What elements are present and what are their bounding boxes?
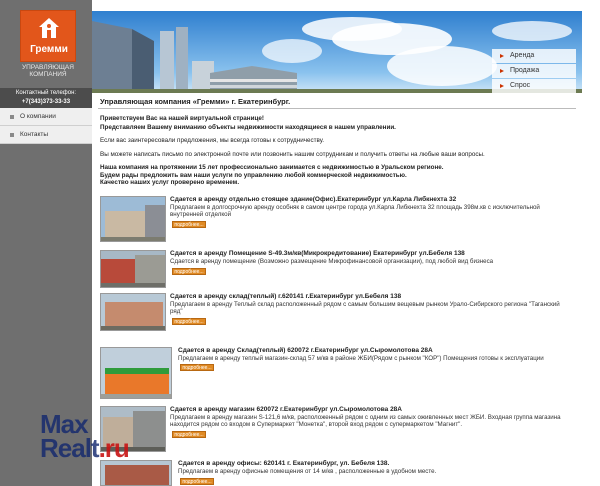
- building-photo: [101, 461, 171, 485]
- intro-text: Будем рады предложить вам наши услуги по…: [100, 171, 407, 179]
- arrow-right-icon: [500, 69, 504, 73]
- menu-item-label: Продажа: [510, 67, 540, 74]
- more-button[interactable]: подробнее...: [172, 221, 206, 228]
- intro-text: Наша компания на протяжении 15 лет профе…: [100, 164, 444, 171]
- contact-phone[interactable]: +7(343)373-33-33: [0, 98, 92, 107]
- watermark-line: Realt.ru: [40, 433, 130, 463]
- intro-text: Представляем Вашему вниманию объекты нед…: [100, 124, 396, 131]
- logo-subtitle-line: КОМПАНИЯ: [29, 71, 67, 78]
- listing-thumbnail[interactable]: [100, 347, 172, 399]
- banner-menu: Аренда Продажа Спрос: [492, 49, 576, 93]
- menu-item-label: Спрос: [510, 82, 531, 89]
- listing-description: Предлагаем в аренду Теплый склад располо…: [170, 301, 560, 316]
- more-button[interactable]: подробнее...: [180, 478, 214, 485]
- title-divider: [98, 108, 576, 109]
- nav-item-about[interactable]: О компании: [0, 108, 92, 126]
- listing-item: Сдается в аренду Помещение S-49.3м/кв(Ми…: [100, 250, 570, 298]
- listing-title[interactable]: Сдается в аренду офисы: 620141 г. Екатер…: [178, 460, 578, 468]
- contact-block: Контактный телефон: +7(343)373-33-33: [0, 88, 92, 108]
- watermark: Max Realt.ru: [40, 411, 150, 461]
- logo-subtitle: УПРАВЛЯЮЩАЯ КОМПАНИЯ: [18, 64, 78, 78]
- listing-item: Сдается в аренду Склад(теплый) 620072 г.…: [100, 347, 570, 399]
- house-icon: [39, 18, 59, 38]
- intro-text: Качество наших услуг проверено временем.: [100, 179, 240, 186]
- building-photo: [101, 348, 171, 398]
- listing-title[interactable]: Сдается в аренду магазин 620072 г.Екатер…: [170, 406, 570, 414]
- listing-description: Предлагаем в аренду теплый магазин-склад…: [178, 355, 544, 362]
- listing-title[interactable]: Сдается в аренду Склад(теплый) 620072 г.…: [178, 347, 578, 355]
- main-content: Управляющая компания «Гремми» г. Екатери…: [92, 93, 582, 486]
- arrow-right-icon: [500, 54, 504, 58]
- building-photo: [101, 294, 165, 330]
- more-button[interactable]: подробнее...: [172, 318, 206, 325]
- more-button[interactable]: подробнее...: [180, 364, 214, 371]
- menu-item-demand[interactable]: Спрос: [492, 79, 576, 93]
- menu-item-label: Аренда: [510, 52, 535, 59]
- listing-description: Предлагаем в аренду магазин S-121,6 м/кв…: [170, 414, 561, 429]
- listing-thumbnail[interactable]: [100, 460, 172, 486]
- listing-description: Сдается в аренду помещение (Возможно раз…: [170, 258, 494, 265]
- listing-title[interactable]: Сдается в аренду Помещение S-49.3м/кв(Ми…: [170, 250, 570, 258]
- menu-item-sale[interactable]: Продажа: [492, 64, 576, 78]
- listing-item: Сдается в аренду отдельно стоящее здание…: [100, 196, 570, 244]
- nav-item-label: О компании: [20, 113, 56, 120]
- contact-label: Контактный телефон:: [15, 90, 77, 96]
- watermark-text: Realt: [40, 433, 100, 463]
- nav-item-contacts[interactable]: Контакты: [0, 126, 92, 144]
- nav-item-label: Контакты: [20, 131, 49, 138]
- bullet-icon: [10, 133, 14, 137]
- menu-item-rent[interactable]: Аренда: [492, 49, 576, 63]
- intro-text: Вы можете написать письмо по электронной…: [100, 151, 485, 158]
- header-banner: Аренда Продажа Спрос: [92, 11, 582, 93]
- listing-title[interactable]: Сдается в аренду отдельно стоящее здание…: [170, 196, 570, 204]
- logo-name: Гремми: [30, 44, 68, 55]
- listing-item: Сдается в аренду офисы: 620141 г. Екатер…: [100, 460, 570, 486]
- more-button[interactable]: подробнее...: [172, 431, 206, 438]
- listing-title[interactable]: Сдается в аренду склад(теплый) г.620141 …: [170, 293, 570, 301]
- listing-description: Предлагаем в долгосрочную аренду особняк…: [170, 204, 540, 219]
- logo[interactable]: Гремми: [20, 10, 76, 62]
- bullet-icon: [10, 115, 14, 119]
- logo-subtitle-line: УПРАВЛЯЮЩАЯ: [22, 64, 74, 71]
- building-photo: [101, 251, 165, 287]
- arrow-right-icon: [500, 84, 504, 88]
- watermark-text: .ru: [98, 433, 130, 463]
- building-photo: [101, 197, 165, 241]
- listing-description: Предлагаем в аренду офисные помещения от…: [178, 468, 437, 475]
- listing-thumbnail[interactable]: [100, 293, 166, 331]
- page-title: Управляющая компания «Гремми» г. Екатери…: [100, 97, 291, 106]
- listing-item: Сдается в аренду склад(теплый) г.620141 …: [100, 293, 570, 341]
- listing-thumbnail[interactable]: [100, 196, 166, 242]
- listing-item: Сдается в аренду магазин 620072 г.Екатер…: [100, 406, 570, 454]
- more-button[interactable]: подробнее...: [172, 268, 206, 275]
- greeting-text: Приветствуем Вас на нашей виртуальной ст…: [100, 115, 264, 122]
- intro-text: Если вас заинтересовали предложения, мы …: [100, 137, 325, 144]
- listing-thumbnail[interactable]: [100, 250, 166, 288]
